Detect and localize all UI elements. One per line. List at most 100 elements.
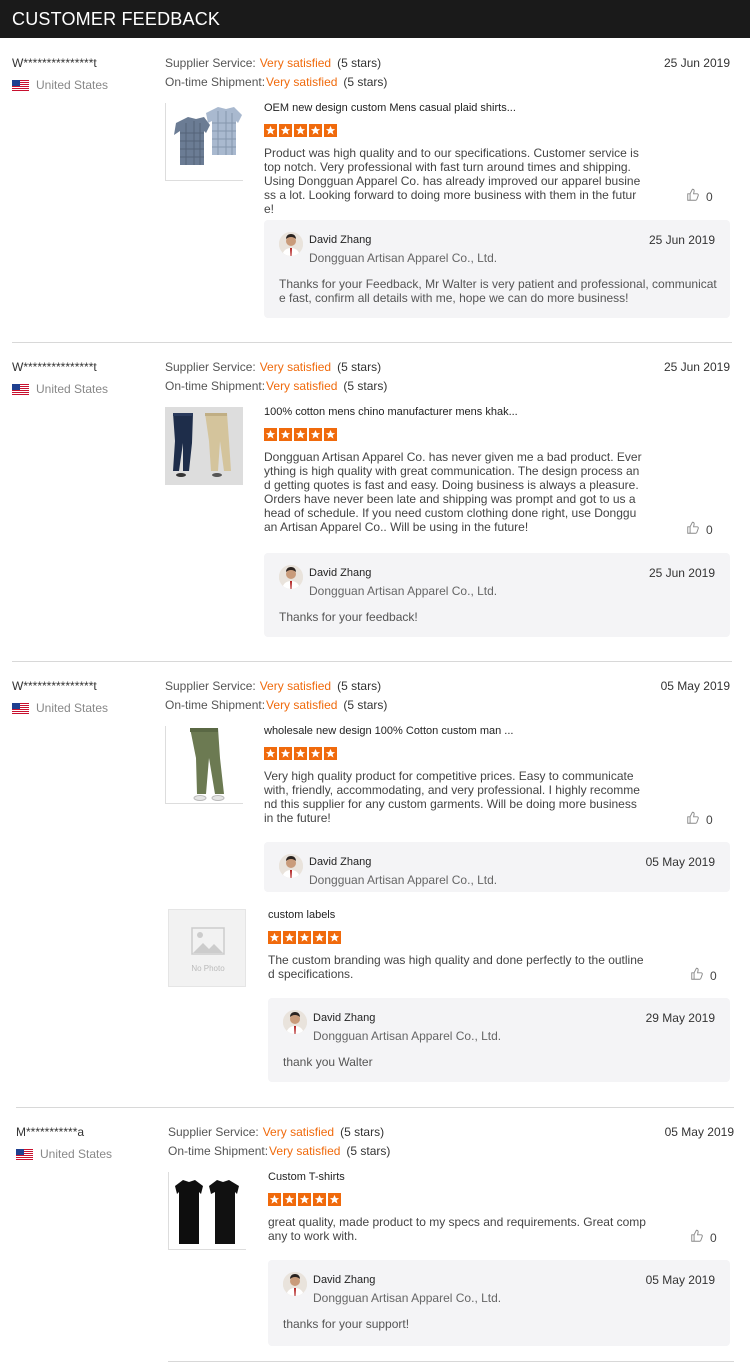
reply-text: Thanks for your Feedback, Mr Walter is v… bbox=[279, 277, 717, 305]
reply-company: Dongguan Artisan Apparel Co., Ltd. bbox=[313, 1029, 502, 1043]
like-count: 0 bbox=[710, 968, 717, 983]
reply-company: Dongguan Artisan Apparel Co., Ltd. bbox=[309, 873, 498, 887]
country-label: United States bbox=[36, 701, 109, 715]
product-title-link[interactable]: custom labels bbox=[268, 909, 335, 921]
product-thumbnail[interactable] bbox=[168, 1172, 246, 1250]
shipment-rating: On-time Shipment: Very satisfied (5 star… bbox=[165, 698, 388, 712]
product-title-link[interactable]: OEM new design custom Mens casual plaid … bbox=[264, 102, 516, 114]
reply-author: David Zhang bbox=[309, 234, 372, 246]
star-icon bbox=[298, 931, 311, 944]
star-icon bbox=[328, 931, 341, 944]
product-title-link[interactable]: 100% cotton mens chino manufacturer mens… bbox=[264, 406, 518, 418]
supplier-service-rating: Supplier Service: Very satisfied (5 star… bbox=[165, 360, 382, 374]
star-icon bbox=[294, 124, 307, 137]
product-rating-stars bbox=[268, 931, 341, 944]
star-icon bbox=[324, 747, 337, 760]
supplier-service-rating: Supplier Service: Very satisfied (5 star… bbox=[168, 1125, 385, 1139]
star-icon bbox=[294, 428, 307, 441]
like-button[interactable]: 0 bbox=[686, 521, 713, 538]
star-icon bbox=[264, 747, 277, 760]
star-icon bbox=[279, 428, 292, 441]
like-button[interactable]: 0 bbox=[690, 1229, 717, 1246]
reply-company: Dongguan Artisan Apparel Co., Ltd. bbox=[313, 1291, 502, 1305]
buyer-name: M***********a bbox=[16, 1125, 85, 1139]
like-button[interactable]: 0 bbox=[686, 811, 713, 828]
divider bbox=[12, 661, 732, 662]
page-title: CUSTOMER FEEDBACK bbox=[0, 0, 750, 38]
avatar bbox=[279, 232, 303, 256]
reply-date: 25 Jun 2019 bbox=[648, 233, 715, 247]
us-flag-icon bbox=[12, 383, 29, 395]
star-icon bbox=[309, 747, 322, 760]
product-title-link[interactable]: wholesale new design 100% Cotton custom … bbox=[264, 725, 513, 737]
supplier-reply: David Zhang Dongguan Artisan Apparel Co.… bbox=[268, 998, 730, 1082]
star-icon bbox=[298, 1193, 311, 1206]
like-count: 0 bbox=[706, 189, 713, 204]
product-title-link[interactable]: Custom T-shirts bbox=[268, 1171, 345, 1183]
avatar bbox=[279, 565, 303, 589]
feedback-comment: The custom branding was high quality and… bbox=[268, 953, 644, 981]
feedback-comment: Very high quality product for competitiv… bbox=[264, 769, 640, 825]
us-flag-icon bbox=[12, 79, 29, 91]
like-button[interactable]: 0 bbox=[690, 967, 717, 984]
like-button[interactable]: 0 bbox=[686, 188, 713, 205]
star-icon bbox=[309, 124, 322, 137]
us-flag-icon bbox=[12, 702, 29, 714]
like-count: 0 bbox=[706, 812, 713, 827]
buyer-name: W***************t bbox=[12, 360, 97, 374]
feedback-date: 25 Jun 2019 bbox=[663, 360, 730, 374]
buyer-country: United States bbox=[12, 701, 108, 715]
thumbs-up-icon bbox=[686, 521, 700, 538]
us-flag-icon bbox=[16, 1148, 33, 1160]
star-icon bbox=[264, 124, 277, 137]
divider bbox=[16, 1107, 734, 1108]
product-rating-stars bbox=[264, 124, 337, 137]
supplier-reply: David Zhang Dongguan Artisan Apparel Co.… bbox=[268, 1260, 730, 1346]
star-icon bbox=[328, 1193, 341, 1206]
star-icon bbox=[268, 931, 281, 944]
shipment-rating: On-time Shipment: Very satisfied (5 star… bbox=[168, 1144, 391, 1158]
reply-company: Dongguan Artisan Apparel Co., Ltd. bbox=[309, 251, 498, 265]
star-icon bbox=[313, 1193, 326, 1206]
like-count: 0 bbox=[710, 1230, 717, 1245]
avatar bbox=[283, 1272, 307, 1296]
star-icon bbox=[313, 931, 326, 944]
no-photo-label: No Photo bbox=[191, 964, 225, 973]
star-icon bbox=[279, 124, 292, 137]
country-label: United States bbox=[40, 1147, 113, 1161]
reply-author: David Zhang bbox=[309, 856, 372, 868]
supplier-reply: David Zhang Dongguan Artisan Apparel Co.… bbox=[264, 220, 730, 318]
supplier-service-rating: Supplier Service: Very satisfied (5 star… bbox=[165, 56, 382, 70]
star-icon bbox=[268, 1193, 281, 1206]
reply-date: 05 May 2019 bbox=[645, 855, 715, 869]
country-label: United States bbox=[36, 78, 109, 92]
supplier-reply: David Zhang Dongguan Artisan Apparel Co.… bbox=[264, 553, 730, 637]
reply-date: 29 May 2019 bbox=[645, 1011, 715, 1025]
like-count: 0 bbox=[706, 522, 713, 537]
thumbs-up-icon bbox=[690, 1229, 704, 1246]
no-photo-thumbnail[interactable]: No Photo bbox=[168, 909, 246, 987]
buyer-country: United States bbox=[12, 78, 108, 92]
product-rating-stars bbox=[264, 428, 337, 441]
product-thumbnail[interactable] bbox=[165, 103, 243, 181]
star-icon bbox=[279, 747, 292, 760]
reply-text: thank you Walter bbox=[283, 1055, 373, 1069]
feedback-comment: Dongguan Artisan Apparel Co. has never g… bbox=[264, 450, 642, 534]
divider bbox=[168, 1361, 734, 1362]
product-thumbnail[interactable] bbox=[165, 726, 243, 804]
shipment-rating: On-time Shipment: Very satisfied (5 star… bbox=[165, 75, 388, 89]
reply-author: David Zhang bbox=[313, 1274, 376, 1286]
feedback-date: 25 Jun 2019 bbox=[663, 56, 730, 70]
star-icon bbox=[309, 428, 322, 441]
star-icon bbox=[324, 124, 337, 137]
feedback-date: 05 May 2019 bbox=[664, 1125, 734, 1139]
avatar bbox=[283, 1010, 307, 1034]
shipment-rating: On-time Shipment: Very satisfied (5 star… bbox=[165, 379, 388, 393]
product-thumbnail[interactable] bbox=[165, 407, 243, 485]
star-icon bbox=[294, 747, 307, 760]
thumbs-up-icon bbox=[690, 967, 704, 984]
star-icon bbox=[324, 428, 337, 441]
reply-text: Thanks for your feedback! bbox=[279, 610, 418, 624]
feedback-comment: great quality, made product to my specs … bbox=[268, 1215, 646, 1243]
thumbs-up-icon bbox=[686, 188, 700, 205]
